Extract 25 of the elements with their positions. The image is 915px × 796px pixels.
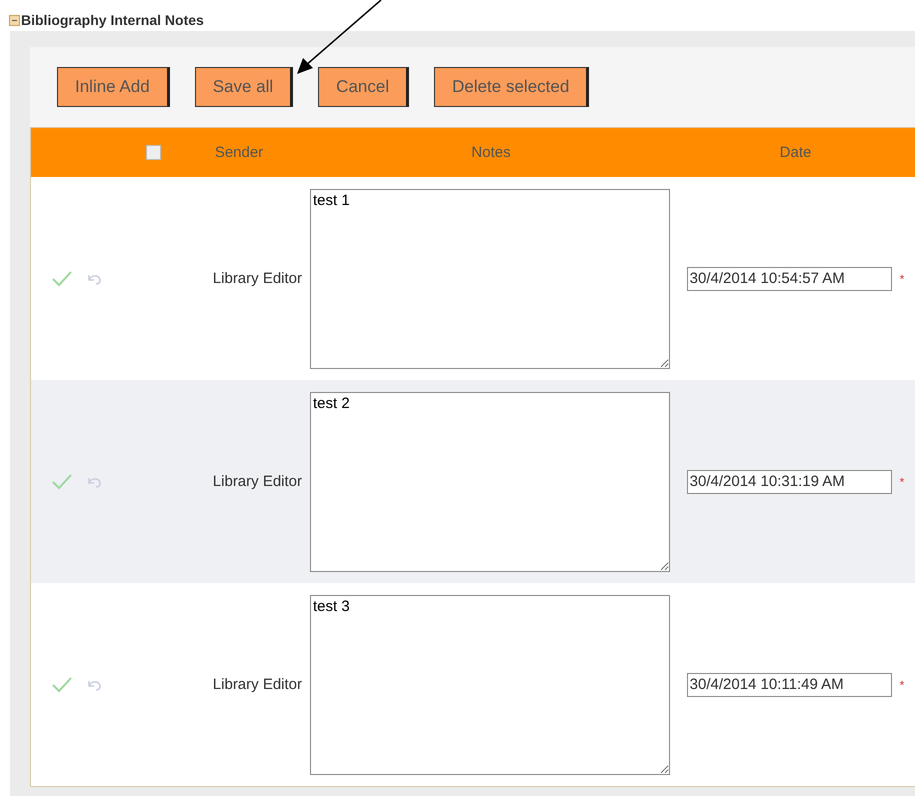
date-field[interactable]: 30/4/2014 10:54:57 AM	[686, 266, 892, 290]
toolbar-button[interactable]: Inline Add	[57, 67, 170, 107]
checkmark-icon[interactable]	[51, 472, 73, 490]
checkmark-icon[interactable]	[51, 270, 73, 288]
toolbar-button[interactable]: Save all	[194, 67, 294, 107]
notes-field[interactable]: test 1	[310, 188, 670, 368]
column-header[interactable]: Notes	[471, 144, 511, 161]
sender-cell: Library Editor	[212, 473, 302, 490]
required-mark: *	[900, 272, 904, 286]
required-mark: *	[900, 678, 904, 692]
select-all-checkbox[interactable]	[146, 145, 161, 160]
date-field[interactable]: 30/4/2014 10:31:19 AM	[686, 470, 892, 494]
date-field[interactable]: 30/4/2014 10:11:49 AM	[686, 672, 892, 696]
sender-cell: Library Editor	[212, 676, 302, 693]
column-header[interactable]: Date	[780, 144, 812, 161]
required-mark: *	[900, 474, 904, 488]
column-header[interactable]: Sender	[214, 144, 264, 161]
toolbar-button[interactable]: Cancel	[318, 67, 410, 107]
collapse-icon[interactable]	[9, 14, 20, 26]
section-title: Bibliography Internal Notes	[21, 12, 204, 28]
toolbar-button[interactable]: Delete selected	[434, 67, 590, 107]
notes-field[interactable]: test 3	[310, 594, 670, 774]
sender-cell: Library Editor	[212, 270, 302, 287]
notes-field[interactable]: test 2	[310, 392, 670, 572]
checkmark-icon[interactable]	[51, 676, 73, 694]
